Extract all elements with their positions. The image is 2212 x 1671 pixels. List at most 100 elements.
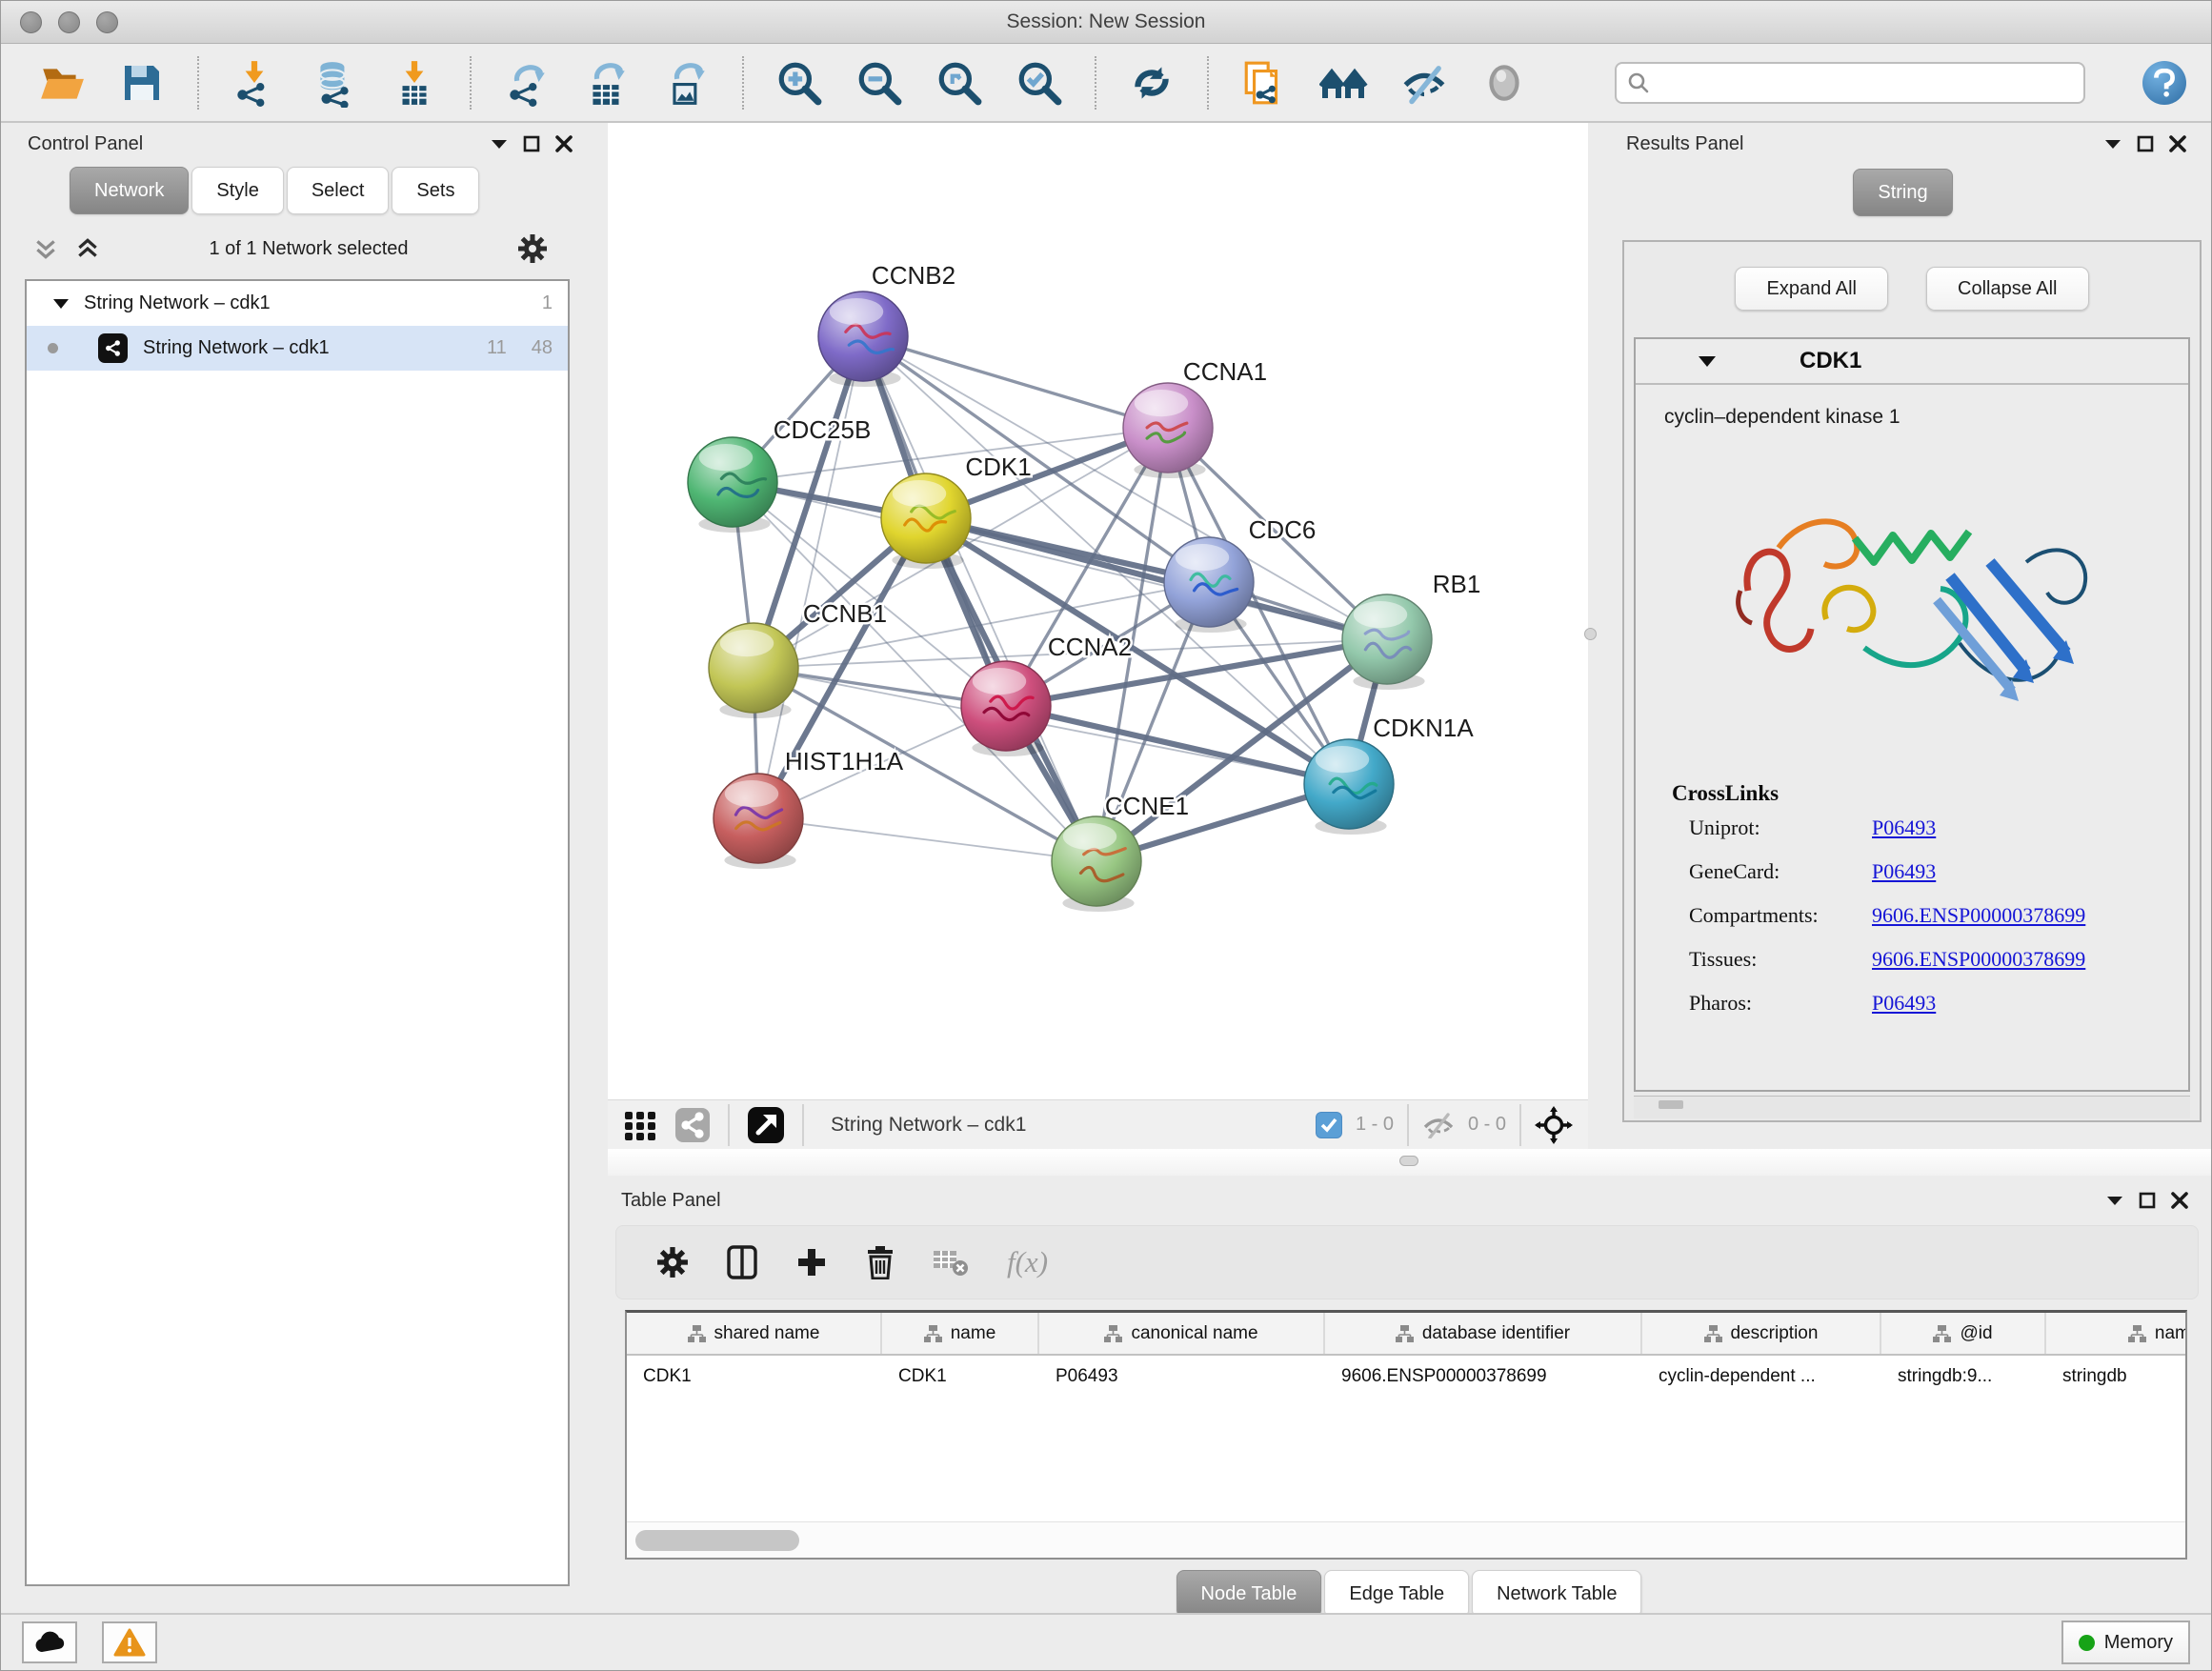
table-row[interactable]: CDK1CDK1P064939606.ENSP00000378699cyclin… bbox=[627, 1356, 2185, 1398]
panel-close-button[interactable] bbox=[2171, 1192, 2188, 1209]
zoom-out-button[interactable] bbox=[855, 56, 904, 110]
close-window-button[interactable] bbox=[20, 11, 42, 33]
network-node-CDC6[interactable] bbox=[1164, 537, 1254, 633]
import-network-button[interactable] bbox=[230, 56, 279, 110]
table-header--id[interactable]: @id bbox=[1881, 1313, 2046, 1354]
network-node-CDKN1A[interactable] bbox=[1304, 739, 1394, 835]
node-section-header[interactable]: CDK1 bbox=[1636, 339, 2188, 385]
network-row[interactable]: String Network – cdk1 11 48 bbox=[27, 326, 568, 371]
crosslink-link[interactable]: 9606.ENSP00000378699 bbox=[1872, 903, 2085, 928]
network-collection-row[interactable]: String Network – cdk1 1 bbox=[27, 281, 568, 326]
results-scrollbar[interactable] bbox=[1634, 1096, 2190, 1118]
network-node-RB1[interactable] bbox=[1342, 594, 1432, 690]
table-header-canonical-name[interactable]: canonical name bbox=[1039, 1313, 1325, 1354]
panel-close-button[interactable] bbox=[2169, 135, 2186, 152]
panel-close-button[interactable] bbox=[555, 135, 573, 152]
homology-button[interactable] bbox=[1319, 56, 1369, 110]
table-h-scrollbar[interactable] bbox=[627, 1521, 2185, 1558]
scrollbar-thumb[interactable] bbox=[635, 1530, 799, 1551]
network-node-CCNA1[interactable] bbox=[1123, 383, 1213, 478]
zoom-window-button[interactable] bbox=[96, 11, 118, 33]
copy-network-view-button[interactable] bbox=[1239, 56, 1289, 110]
export-table-button[interactable] bbox=[582, 56, 632, 110]
network-node-HIST1H1A[interactable] bbox=[714, 774, 803, 869]
delete-table-button[interactable] bbox=[933, 1248, 969, 1277]
tab-network-table[interactable]: Network Table bbox=[1472, 1570, 1641, 1618]
network-view-canvas[interactable]: CCNB2CCNA1CDC25BCDK1CDC6RB1CCNB1CCNA2CDK… bbox=[608, 123, 1588, 1099]
scrollbar-thumb[interactable] bbox=[1659, 1100, 1683, 1109]
import-database-button[interactable] bbox=[310, 56, 359, 110]
import-table-button[interactable] bbox=[390, 56, 439, 110]
crosslink-link[interactable]: P06493 bbox=[1872, 991, 1936, 1016]
tab-string[interactable]: String bbox=[1853, 169, 1952, 216]
table-cell[interactable]: CDK1 bbox=[627, 1356, 882, 1398]
panel-menu-button[interactable] bbox=[491, 138, 508, 150]
network-edge-CCNB2-CCNE1[interactable] bbox=[863, 336, 1096, 861]
splitter-handle[interactable] bbox=[1399, 1156, 1418, 1166]
network-node-CDC25B[interactable] bbox=[688, 437, 777, 533]
table-options-gear-button[interactable] bbox=[656, 1246, 689, 1278]
network-node-CDK1[interactable] bbox=[881, 473, 971, 569]
birdseye-view-button[interactable] bbox=[1535, 1106, 1573, 1144]
network-node-CCNB1[interactable] bbox=[709, 623, 798, 718]
minimize-window-button[interactable] bbox=[58, 11, 80, 33]
collapse-all-networks-button[interactable] bbox=[33, 236, 58, 261]
table-header-description[interactable]: description bbox=[1642, 1313, 1881, 1354]
create-column-button[interactable] bbox=[795, 1246, 828, 1278]
tab-select[interactable]: Select bbox=[287, 167, 390, 214]
table-header-database-identifier[interactable]: database identifier bbox=[1325, 1313, 1642, 1354]
tab-style[interactable]: Style bbox=[191, 167, 283, 214]
table-cell[interactable]: P06493 bbox=[1039, 1356, 1325, 1398]
crosslink-link[interactable]: P06493 bbox=[1872, 815, 1936, 840]
network-edge-CDK1-RB1[interactable] bbox=[926, 518, 1387, 639]
table-cell[interactable]: 9606.ENSP00000378699 bbox=[1325, 1356, 1642, 1398]
tab-sets[interactable]: Sets bbox=[392, 167, 479, 214]
table-cell[interactable]: CDK1 bbox=[882, 1356, 1039, 1398]
panel-float-button[interactable] bbox=[2139, 1192, 2156, 1209]
export-image-button[interactable] bbox=[662, 56, 712, 110]
table-cell[interactable]: cyclin-dependent ... bbox=[1642, 1356, 1881, 1398]
selected-checkbox[interactable] bbox=[1316, 1112, 1342, 1138]
help-button[interactable] bbox=[2142, 61, 2186, 105]
panel-float-button[interactable] bbox=[523, 135, 540, 152]
apply-layout-button[interactable] bbox=[1127, 56, 1176, 110]
panel-menu-button[interactable] bbox=[2106, 1195, 2123, 1206]
search-input[interactable] bbox=[1615, 62, 2085, 104]
panel-float-button[interactable] bbox=[2137, 135, 2154, 152]
table-header-namespace[interactable]: namespace bbox=[2046, 1313, 2187, 1354]
table-header-name[interactable]: name bbox=[882, 1313, 1039, 1354]
delete-column-button[interactable] bbox=[866, 1245, 895, 1279]
network-options-gear-button[interactable] bbox=[517, 233, 548, 264]
zoom-fit-button[interactable] bbox=[935, 56, 984, 110]
show-graphics-button[interactable] bbox=[1479, 56, 1529, 110]
show-columns-button[interactable] bbox=[727, 1245, 757, 1279]
function-builder-button[interactable]: f(x) bbox=[1007, 1245, 1048, 1279]
table-cell[interactable]: stringdb:9... bbox=[1881, 1356, 2046, 1398]
grid-view-button[interactable] bbox=[623, 1108, 657, 1142]
tab-node-table[interactable]: Node Table bbox=[1176, 1570, 1322, 1618]
expand-all-networks-button[interactable] bbox=[75, 236, 100, 261]
network-node-CCNE1[interactable] bbox=[1052, 816, 1141, 912]
network-edge-CCNB2-CCNA1[interactable] bbox=[863, 336, 1168, 428]
collapse-all-button[interactable]: Collapse All bbox=[1926, 267, 2089, 311]
crosslink-link[interactable]: 9606.ENSP00000378699 bbox=[1872, 947, 2085, 972]
export-network-button[interactable] bbox=[502, 56, 552, 110]
zoom-selected-button[interactable] bbox=[1015, 56, 1064, 110]
memory-button[interactable]: Memory bbox=[2061, 1621, 2190, 1664]
warnings-button[interactable] bbox=[102, 1621, 157, 1663]
tab-edge-table[interactable]: Edge Table bbox=[1324, 1570, 1469, 1618]
table-cell[interactable]: stringdb bbox=[2046, 1356, 2187, 1398]
tab-network[interactable]: Network bbox=[70, 167, 189, 214]
crosslink-link[interactable]: P06493 bbox=[1872, 859, 1936, 884]
cloud-status-button[interactable] bbox=[22, 1621, 77, 1663]
save-session-button[interactable] bbox=[117, 56, 167, 110]
panel-menu-button[interactable] bbox=[2104, 138, 2122, 150]
table-header-shared-name[interactable]: shared name bbox=[627, 1313, 882, 1354]
open-session-button[interactable] bbox=[37, 56, 87, 110]
network-edge-HIST1H1A-CCNE1[interactable] bbox=[758, 818, 1096, 861]
network-badge-button[interactable] bbox=[674, 1107, 711, 1143]
open-in-window-button[interactable] bbox=[747, 1106, 785, 1144]
hide-edges-button[interactable] bbox=[1399, 56, 1449, 110]
expand-all-button[interactable]: Expand All bbox=[1735, 267, 1888, 311]
zoom-in-button[interactable] bbox=[774, 56, 824, 110]
